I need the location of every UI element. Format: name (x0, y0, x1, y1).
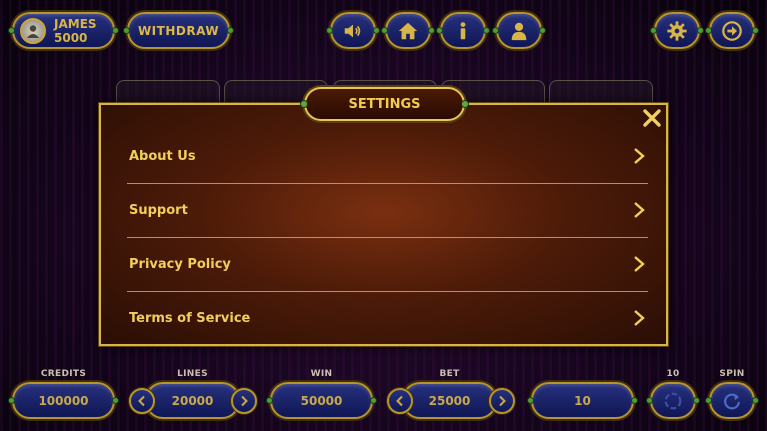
credits-label: CREDITS (40, 369, 87, 379)
bet-value: 25000 (399, 382, 500, 419)
exit-icon (722, 20, 742, 41)
info-icon (460, 21, 466, 39)
win-label: WIN (310, 369, 333, 379)
menu-item-label: About Us (129, 148, 196, 164)
user-icon (511, 22, 527, 40)
player-balance: 5000 (54, 30, 88, 45)
modal-title: SETTINGS (301, 87, 468, 121)
settings-button[interactable] (651, 12, 703, 49)
chevron-right-icon (634, 310, 645, 326)
player-name: JAMES (54, 16, 97, 31)
home-button[interactable] (382, 12, 434, 49)
menu-item-support[interactable]: Support (127, 183, 648, 237)
chevron-right-icon (634, 256, 645, 272)
player-info: JAMES 5000 (54, 17, 97, 45)
chevron-right-icon (634, 148, 645, 164)
spin-button[interactable] (706, 382, 758, 419)
lines-value: 20000 (142, 382, 243, 419)
auto-label: 10 (666, 369, 680, 379)
menu-item-label: Support (129, 202, 188, 218)
lines-decrease-button[interactable] (129, 388, 155, 414)
bet-decrease-button[interactable] (387, 388, 413, 414)
bet-label: BET (439, 369, 460, 379)
menu-item-terms-of-service[interactable]: Terms of Service (127, 291, 648, 345)
avatar (20, 17, 46, 44)
menu-item-about-us[interactable]: About Us (127, 129, 648, 183)
withdraw-button[interactable]: WITHDRAW (124, 12, 233, 49)
avatar-user-icon (27, 24, 39, 38)
info-button[interactable] (437, 12, 489, 49)
close-button[interactable] (640, 107, 664, 129)
auto-spin-icon (664, 392, 682, 409)
chevron-left-icon (138, 395, 145, 407)
spin-icon (724, 393, 740, 409)
chevron-left-icon (396, 395, 403, 407)
credits-value: 100000 (9, 382, 118, 419)
lines-increase-button[interactable] (231, 388, 257, 414)
auto-spin-button[interactable] (647, 382, 699, 419)
auto-spin-count[interactable]: 10 (528, 382, 637, 419)
speaker-icon (344, 24, 361, 37)
player-profile[interactable]: JAMES 5000 (9, 12, 118, 49)
chevron-right-icon (241, 395, 248, 407)
spin-label: SPIN (719, 369, 745, 379)
profile-button[interactable] (493, 12, 545, 49)
win-value: 50000 (267, 382, 376, 419)
chevron-right-icon (499, 395, 506, 407)
chevron-right-icon (634, 202, 645, 218)
exit-button[interactable] (706, 12, 758, 49)
bet-increase-button[interactable] (489, 388, 515, 414)
sound-button[interactable] (327, 12, 379, 49)
lines-label: LINES (177, 369, 208, 379)
menu-item-label: Privacy Policy (129, 256, 231, 272)
menu-item-privacy-policy[interactable]: Privacy Policy (127, 237, 648, 291)
gear-icon (667, 20, 687, 41)
menu-item-label: Terms of Service (129, 310, 251, 326)
close-icon (643, 109, 661, 127)
home-icon (398, 22, 418, 39)
